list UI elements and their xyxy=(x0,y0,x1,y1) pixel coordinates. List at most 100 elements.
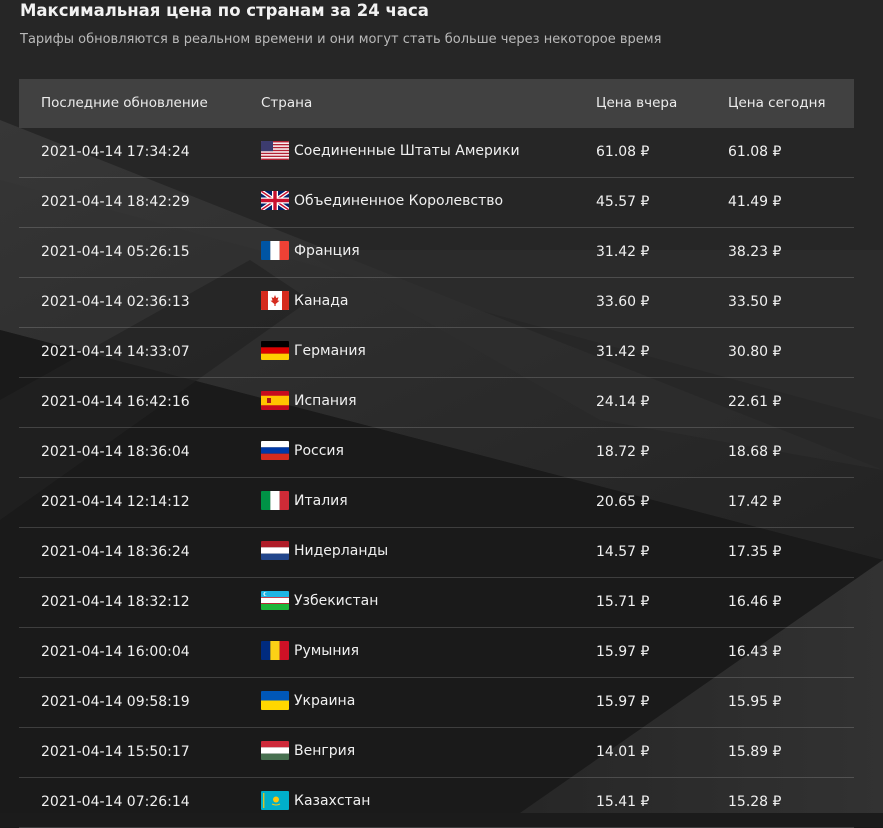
gb-flag-icon xyxy=(261,191,289,210)
table-body: 2021-04-14 17:34:24 Соединенные Штаты Аме… xyxy=(19,128,854,828)
cell-country: Венгрия xyxy=(261,741,355,760)
cell-price-yesterday: 15.97 ₽ xyxy=(596,644,650,660)
cell-country: Узбекистан xyxy=(261,591,378,610)
column-header-country: Страна xyxy=(261,95,313,111)
cell-updated: 2021-04-14 07:26:14 xyxy=(41,794,190,810)
country-name: Канада xyxy=(294,292,349,309)
table-row: 2021-04-14 18:36:04 Россия 18.72 ₽ 18.68 ₽ xyxy=(19,428,854,478)
country-name: Соединенные Штаты Америки xyxy=(294,142,520,159)
country-name: Узбекистан xyxy=(294,592,379,609)
cell-updated: 2021-04-14 02:36:13 xyxy=(41,294,190,310)
cell-price-today: 33.50 ₽ xyxy=(728,294,782,310)
price-table: Последние обновление Страна Цена вчера Ц… xyxy=(19,79,854,828)
table-row: 2021-04-14 18:32:12 Узбекистан 15.71 ₽ 16.4… xyxy=(19,578,854,628)
es-flag-icon xyxy=(261,391,289,410)
cell-country: Румыния xyxy=(261,641,359,660)
page-subtitle: Тарифы обновляются в реальном времени и … xyxy=(20,32,662,47)
table-row: 2021-04-14 18:42:29 Объединенное Королевс… xyxy=(19,178,854,228)
table-row: 2021-04-14 12:14:12 Италия 20.65 ₽ 17.42 ₽ xyxy=(19,478,854,528)
table-row: 2021-04-14 16:00:04 Румыния 15.97 ₽ 16.43 ₽ xyxy=(19,628,854,678)
cell-country: Объединенное Королевство xyxy=(261,191,503,210)
cell-country: Нидерланды xyxy=(261,541,388,560)
cell-price-today: 38.23 ₽ xyxy=(728,244,782,260)
cell-country: Соединенные Штаты Америки xyxy=(261,141,520,160)
cell-updated: 2021-04-14 14:33:07 xyxy=(41,344,190,360)
cell-updated: 2021-04-14 09:58:19 xyxy=(41,694,190,710)
country-name: Объединенное Королевство xyxy=(294,192,504,209)
column-header-price-today: Цена сегодня xyxy=(728,95,826,111)
cell-updated: 2021-04-14 18:32:12 xyxy=(41,594,190,610)
country-name: Румыния xyxy=(294,642,360,659)
cell-updated: 2021-04-14 18:42:29 xyxy=(41,194,190,210)
cell-price-today: 15.89 ₽ xyxy=(728,744,782,760)
uz-flag-icon xyxy=(261,591,289,610)
cell-updated: 2021-04-14 18:36:04 xyxy=(41,444,190,460)
cell-country: Казахстан xyxy=(261,791,370,810)
country-name: Казахстан xyxy=(294,792,371,809)
cell-price-today: 41.49 ₽ xyxy=(728,194,782,210)
cell-country: Украина xyxy=(261,691,355,710)
cell-price-yesterday: 31.42 ₽ xyxy=(596,344,650,360)
cell-updated: 2021-04-14 15:50:17 xyxy=(41,744,190,760)
country-name: Нидерланды xyxy=(294,542,389,559)
table-header: Последние обновление Страна Цена вчера Ц… xyxy=(19,79,854,128)
table-row: 2021-04-14 16:42:16 Испания 24.14 ₽ 22.61 ₽ xyxy=(19,378,854,428)
table-row: 2021-04-14 15:50:17 Венгрия 14.01 ₽ 15.89 ₽ xyxy=(19,728,854,778)
cell-updated: 2021-04-14 16:00:04 xyxy=(41,644,190,660)
us-flag-icon xyxy=(261,141,289,160)
column-header-price-yesterday: Цена вчера xyxy=(596,95,678,111)
cell-price-yesterday: 61.08 ₽ xyxy=(596,144,650,160)
cell-updated: 2021-04-14 17:34:24 xyxy=(41,144,190,160)
cell-price-yesterday: 14.57 ₽ xyxy=(596,544,650,560)
table-row: 2021-04-14 07:26:14 Казахстан 15.41 ₽ 15.28… xyxy=(19,778,854,828)
cell-price-today: 61.08 ₽ xyxy=(728,144,782,160)
cell-country: Германия xyxy=(261,341,366,360)
cell-price-today: 16.43 ₽ xyxy=(728,644,782,660)
cell-price-today: 16.46 ₽ xyxy=(728,594,782,610)
table-row: 2021-04-14 17:34:24 Соединенные Штаты Аме… xyxy=(19,128,854,178)
table-row: 2021-04-14 09:58:19 Украина 15.97 ₽ 15.95 ₽ xyxy=(19,678,854,728)
cell-updated: 2021-04-14 18:36:24 xyxy=(41,544,190,560)
cell-country: Франция xyxy=(261,241,360,260)
cell-updated: 2021-04-14 12:14:12 xyxy=(41,494,190,510)
cell-price-today: 30.80 ₽ xyxy=(728,344,782,360)
country-name: Италия xyxy=(294,492,348,509)
country-name: Россия xyxy=(294,442,344,459)
cell-price-yesterday: 15.71 ₽ xyxy=(596,594,650,610)
cell-price-today: 17.42 ₽ xyxy=(728,494,782,510)
ru-flag-icon xyxy=(261,441,289,460)
ua-flag-icon xyxy=(261,691,289,710)
cell-price-yesterday: 20.65 ₽ xyxy=(596,494,650,510)
cell-updated: 2021-04-14 16:42:16 xyxy=(41,394,190,410)
country-name: Испания xyxy=(294,392,357,409)
column-header-updated: Последние обновление xyxy=(41,95,208,111)
cell-price-yesterday: 31.42 ₽ xyxy=(596,244,650,260)
nl-flag-icon xyxy=(261,541,289,560)
cell-price-today: 15.95 ₽ xyxy=(728,694,782,710)
de-flag-icon xyxy=(261,341,289,360)
cell-updated: 2021-04-14 05:26:15 xyxy=(41,244,190,260)
cell-price-today: 18.68 ₽ xyxy=(728,444,782,460)
cell-price-today: 22.61 ₽ xyxy=(728,394,782,410)
cell-price-yesterday: 15.97 ₽ xyxy=(596,694,650,710)
country-name: Венгрия xyxy=(294,742,356,759)
table-row: 2021-04-14 18:36:24 Нидерланды 14.57 ₽ 17.3… xyxy=(19,528,854,578)
table-row: 2021-04-14 02:36:13 Канада 33.60 ₽ 33.50 ₽ xyxy=(19,278,854,328)
cell-country: Испания xyxy=(261,391,357,410)
fr-flag-icon xyxy=(261,241,289,260)
cell-country: Канада xyxy=(261,291,349,310)
cell-price-yesterday: 15.41 ₽ xyxy=(596,794,650,810)
cell-price-today: 17.35 ₽ xyxy=(728,544,782,560)
cell-country: Россия xyxy=(261,441,344,460)
cell-price-yesterday: 33.60 ₽ xyxy=(596,294,650,310)
cell-price-yesterday: 14.01 ₽ xyxy=(596,744,650,760)
cell-country: Италия xyxy=(261,491,348,510)
it-flag-icon xyxy=(261,491,289,510)
cell-price-today: 15.28 ₽ xyxy=(728,794,782,810)
ca-flag-icon xyxy=(261,291,289,310)
table-row: 2021-04-14 05:26:15 Франция 31.42 ₽ 38.23 ₽ xyxy=(19,228,854,278)
table-row: 2021-04-14 14:33:07 Германия 31.42 ₽ 30.80 … xyxy=(19,328,854,378)
page-title: Максимальная цена по странам за 24 часа xyxy=(20,1,429,20)
country-name: Украина xyxy=(294,692,356,709)
hu-flag-icon xyxy=(261,741,289,760)
